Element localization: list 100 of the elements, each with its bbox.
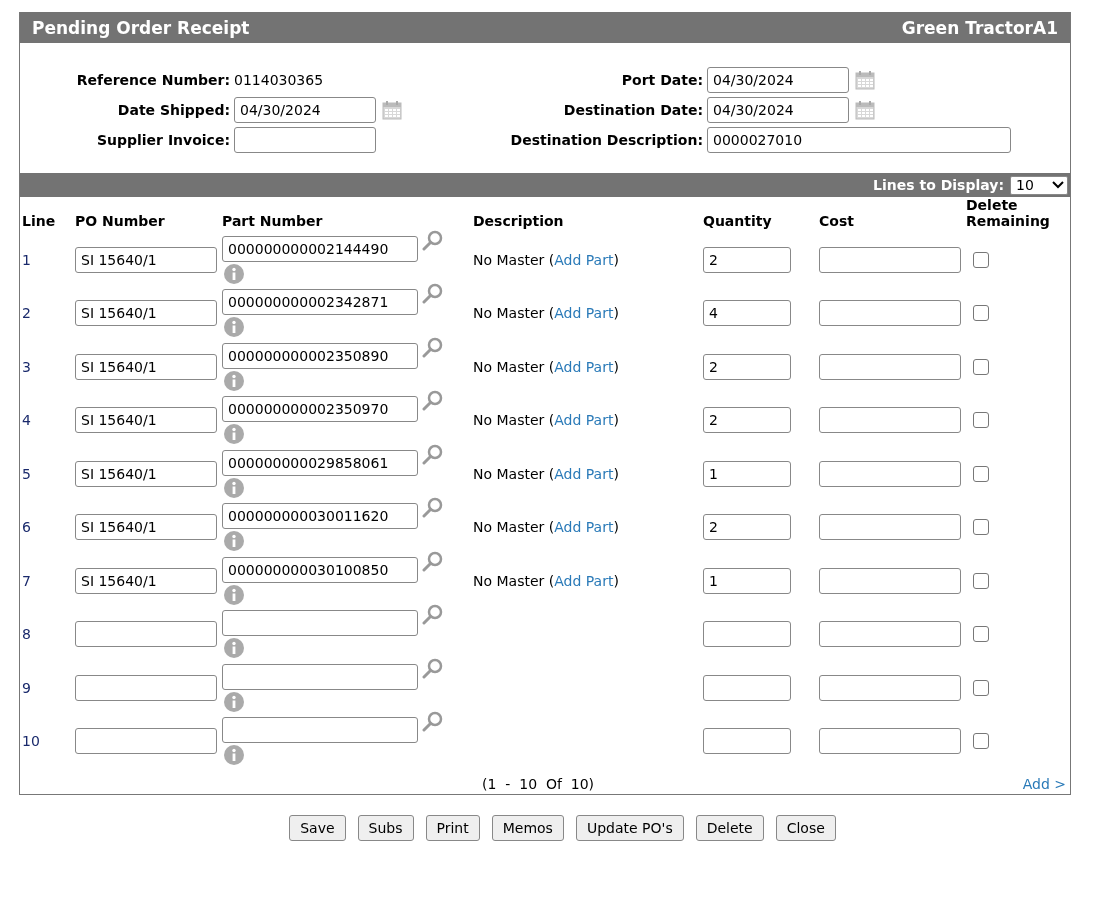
checkbox[interactable] xyxy=(973,465,989,482)
input-field[interactable]: 2 xyxy=(703,353,791,380)
checkbox[interactable] xyxy=(973,251,989,268)
column-header: Part Number xyxy=(222,213,324,231)
action-button[interactable]: Save xyxy=(289,815,346,841)
calendar-icon[interactable] xyxy=(382,100,402,120)
input-field[interactable]: 000000000002342871 xyxy=(222,289,418,316)
input-field[interactable] xyxy=(819,353,961,380)
input-field[interactable]: 000000000029858061 xyxy=(222,449,418,476)
input-field[interactable]: 1 xyxy=(703,460,791,487)
input-field[interactable]: 2 xyxy=(703,407,791,434)
input-field[interactable] xyxy=(75,728,217,755)
date-field[interactable]: 04/30/2024 xyxy=(707,97,849,123)
checkbox[interactable] xyxy=(973,412,989,429)
checkbox[interactable] xyxy=(973,679,989,696)
info-icon[interactable] xyxy=(224,317,244,338)
checkbox[interactable] xyxy=(973,519,989,536)
add-part-link[interactable]: Add Part xyxy=(554,305,614,322)
info-icon[interactable] xyxy=(224,477,244,498)
add-part-link[interactable]: Add Part xyxy=(554,572,614,589)
action-button[interactable]: Close xyxy=(775,815,836,841)
input-field[interactable] xyxy=(819,246,961,273)
checkbox[interactable] xyxy=(973,572,989,589)
input-field[interactable]: 2 xyxy=(703,246,791,273)
search-icon[interactable] xyxy=(422,283,444,306)
date-field[interactable]: 04/30/2024 xyxy=(234,97,376,123)
action-button[interactable]: Print xyxy=(425,815,480,841)
input-field[interactable]: SI 15640/1 xyxy=(75,246,217,273)
input-field[interactable] xyxy=(819,674,961,701)
input-field[interactable] xyxy=(703,621,791,648)
calendar-icon[interactable] xyxy=(855,70,875,90)
search-icon[interactable] xyxy=(422,604,444,627)
search-icon[interactable] xyxy=(422,336,444,359)
input-field[interactable]: 1 xyxy=(703,567,791,594)
action-button[interactable]: Delete xyxy=(695,815,764,841)
info-icon[interactable] xyxy=(224,263,244,284)
action-button[interactable]: Memos xyxy=(491,815,564,841)
chevron-down-icon xyxy=(1052,181,1064,189)
checkbox[interactable] xyxy=(973,733,989,750)
input-field[interactable] xyxy=(222,610,418,637)
search-icon[interactable] xyxy=(422,229,444,252)
checkbox[interactable] xyxy=(973,626,989,643)
add-part-link[interactable]: Add Part xyxy=(554,412,614,429)
input-field[interactable] xyxy=(75,621,217,648)
input-field[interactable]: 000000000002350970 xyxy=(222,396,418,423)
search-icon[interactable] xyxy=(422,497,444,520)
input-field[interactable] xyxy=(703,674,791,701)
info-icon[interactable] xyxy=(224,638,244,659)
input-field[interactable]: 2 xyxy=(703,514,791,541)
input-field[interactable] xyxy=(819,460,961,487)
search-icon[interactable] xyxy=(422,390,444,413)
input-field[interactable]: 000000000002144490 xyxy=(222,235,418,262)
add-part-link[interactable]: Add Part xyxy=(554,358,614,375)
input-field[interactable]: 0000027010 xyxy=(707,127,1011,153)
calendar-icon[interactable] xyxy=(855,100,875,120)
input-field[interactable]: SI 15640/1 xyxy=(75,514,217,541)
input-field[interactable]: 000000000030011620 xyxy=(222,503,418,530)
search-icon[interactable] xyxy=(422,657,444,680)
input-field[interactable] xyxy=(819,407,961,434)
input-field[interactable]: SI 15640/1 xyxy=(75,300,217,327)
input-field[interactable] xyxy=(819,621,961,648)
input-field[interactable] xyxy=(703,728,791,755)
input-field[interactable]: SI 15640/1 xyxy=(75,353,217,380)
info-icon[interactable] xyxy=(224,424,244,445)
column-header: Description xyxy=(473,213,565,231)
line-number: 5 xyxy=(22,465,31,482)
input-field[interactable] xyxy=(819,300,961,327)
input-field[interactable] xyxy=(819,567,961,594)
checkbox[interactable] xyxy=(973,358,989,375)
input-field[interactable]: 000000000002350890 xyxy=(222,342,418,369)
add-part-link[interactable]: Add Part xyxy=(554,519,614,536)
search-icon[interactable] xyxy=(422,443,444,466)
description-text: No Master (Add Part) xyxy=(473,412,619,429)
lines-dropdown[interactable]: 10 xyxy=(1010,175,1068,195)
info-icon[interactable] xyxy=(224,584,244,605)
checkbox[interactable] xyxy=(973,305,989,322)
info-icon[interactable] xyxy=(224,370,244,391)
date-field[interactable]: 04/30/2024 xyxy=(707,67,849,93)
input-field[interactable] xyxy=(819,728,961,755)
input-field[interactable] xyxy=(222,717,418,744)
add-link[interactable]: Add > xyxy=(1022,776,1066,792)
info-icon[interactable] xyxy=(224,531,244,552)
input-field[interactable]: SI 15640/1 xyxy=(75,407,217,434)
input-field[interactable] xyxy=(234,127,376,153)
search-icon[interactable] xyxy=(422,711,444,734)
input-field[interactable] xyxy=(819,514,961,541)
input-field[interactable] xyxy=(222,663,418,690)
info-icon[interactable] xyxy=(224,745,244,766)
add-part-link[interactable]: Add Part xyxy=(554,465,614,482)
search-icon[interactable] xyxy=(422,550,444,573)
input-field[interactable]: SI 15640/1 xyxy=(75,460,217,487)
info-icon[interactable] xyxy=(224,691,244,712)
action-button[interactable]: Subs xyxy=(357,815,414,841)
column-header: PO Number xyxy=(75,213,166,231)
input-field[interactable] xyxy=(75,674,217,701)
add-part-link[interactable]: Add Part xyxy=(554,251,614,268)
input-field[interactable]: 4 xyxy=(703,300,791,327)
input-field[interactable]: 000000000030100850 xyxy=(222,556,418,583)
input-field[interactable]: SI 15640/1 xyxy=(75,567,217,594)
action-button[interactable]: Update PO's xyxy=(575,815,684,841)
